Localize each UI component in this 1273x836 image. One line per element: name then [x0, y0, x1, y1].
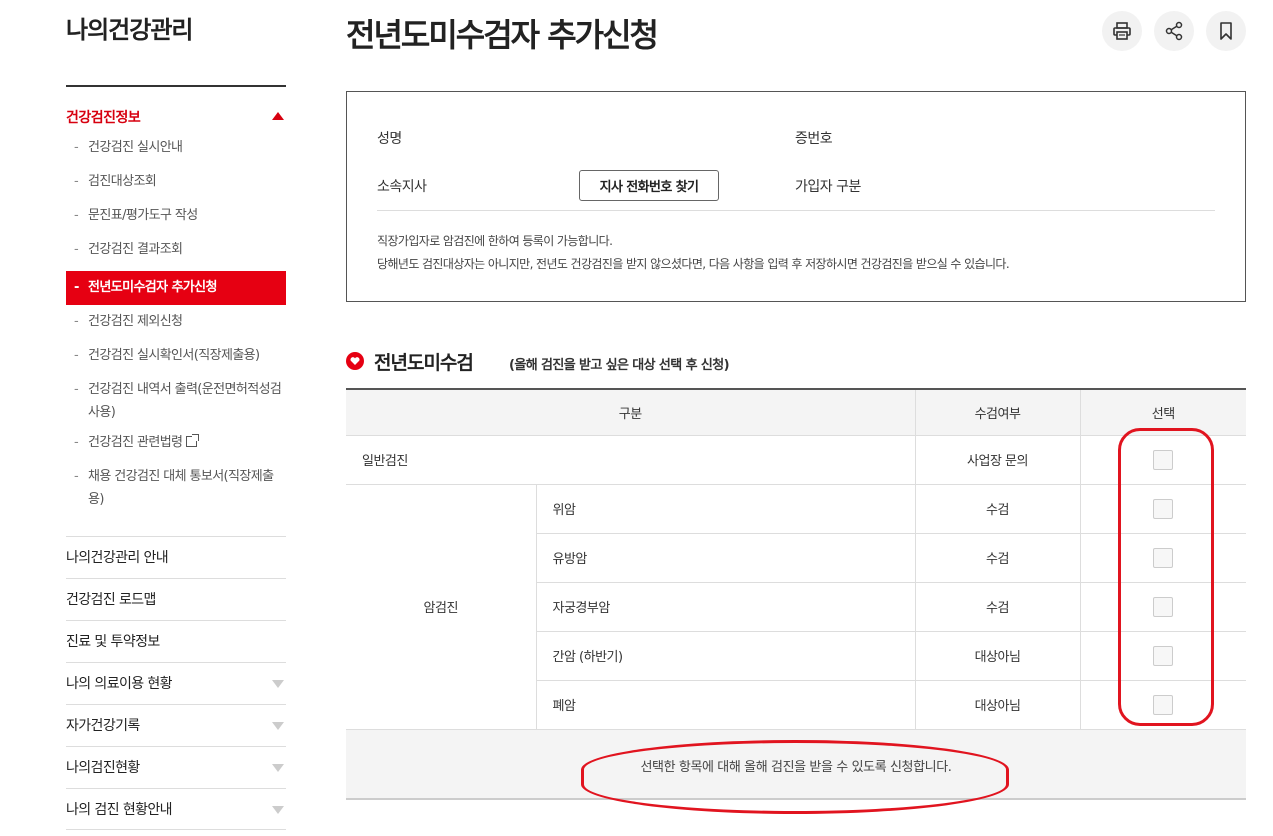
sidebar-item-label: 나의 의료이용 현황 [66, 676, 173, 692]
row-label: 간암 (하반기) [535, 631, 916, 681]
sidebar-subitem-label: 전년도미수검자 추가신청 [88, 280, 217, 295]
row-label: 자궁경부암 [535, 582, 916, 632]
sidebar-subitem-label: 건강검진 관련법령 [88, 435, 183, 450]
sidebar-section-health-checkup-info[interactable]: 건강검진정보 [66, 107, 286, 129]
sidebar-item-checkup-status-guide[interactable]: 나의 검진 현황안내 [66, 788, 286, 830]
applicant-info-box: 성명 증번호 소속지사 지사 전화번호 찾기 가입자 구분 직장가입자로 암검진… [346, 91, 1246, 302]
select-cell [1079, 484, 1247, 534]
id-number-label: 증번호 [795, 131, 833, 147]
row-label: 폐암 [535, 680, 916, 730]
sidebar-subitem-label: 건강검진 결과조회 [88, 242, 183, 257]
row-status: 수검 [914, 533, 1081, 583]
print-button[interactable] [1102, 11, 1142, 51]
sidebar-subitem-guide[interactable]: - 건강검진 실시안내 [66, 136, 286, 170]
table-row: 일반검진 사업장 문의 [346, 435, 1247, 485]
sidebar-subitem-label: 건강검진 실시확인서(직장제출용) [88, 348, 260, 363]
info-note-2: 당해년도 검진대상자는 아니지만, 전년도 건강검진을 받지 않으셨다면, 다음… [377, 257, 1010, 271]
sidebar-subitem-target-lookup[interactable]: - 검진대상조회 [66, 170, 286, 204]
member-type-label: 가입자 구분 [795, 179, 861, 195]
print-icon [1113, 22, 1131, 40]
select-checkbox-cervical[interactable] [1153, 596, 1174, 617]
find-branch-phone-button[interactable]: 지사 전화번호 찾기 [579, 170, 719, 201]
name-label: 성명 [377, 131, 402, 147]
sidebar-divider [66, 85, 286, 87]
row-status: 수검 [914, 582, 1081, 632]
sidebar-subitem-statement[interactable]: - 건강검진 내역서 출력(운전면허적성검사용) [66, 373, 286, 431]
heart-icon [346, 352, 364, 370]
column-header-status: 수검여부 [914, 389, 1081, 436]
select-checkbox-liver[interactable] [1153, 645, 1174, 666]
select-cell [1079, 582, 1247, 632]
sidebar-item-treatment-info[interactable]: 진료 및 투약정보 [66, 620, 286, 662]
sidebar-main-menu: 나의건강관리 안내 건강검진 로드맵 진료 및 투약정보 나의 의료이용 현황 … [66, 536, 286, 830]
sidebar-subitem-label: 건강검진 내역서 출력(운전면허적성검사용) [88, 382, 282, 420]
sidebar-item-my-health-guide[interactable]: 나의건강관리 안내 [66, 536, 286, 578]
sidebar-subitem-label: 검진대상조회 [88, 174, 157, 189]
row-status: 사업장 문의 [914, 435, 1081, 485]
row-label: 위암 [535, 484, 916, 534]
sidebar-item-label: 나의건강관리 안내 [66, 550, 169, 566]
collapse-arrow-icon [272, 112, 284, 120]
sidebar-subitem-questionnaire[interactable]: - 문진표/평가도구 작성 [66, 204, 286, 238]
info-note-1: 직장가입자로 암검진에 한하여 등록이 가능합니다. [377, 234, 613, 248]
column-header-category: 구분 [346, 389, 916, 436]
select-checkbox-breast[interactable] [1153, 547, 1174, 568]
sidebar-subitem-label: 건강검진 실시안내 [88, 140, 183, 155]
select-checkbox-general[interactable] [1153, 449, 1174, 470]
sidebar-subitem-label: 건강검진 제외신청 [88, 314, 183, 329]
chevron-down-icon [272, 764, 284, 772]
branch-label: 소속지사 [377, 179, 427, 195]
share-button[interactable] [1154, 11, 1194, 51]
chevron-down-icon [272, 722, 284, 730]
select-checkbox-lung[interactable] [1153, 694, 1174, 715]
section-title: 전년도미수검 [374, 352, 474, 374]
select-checkbox-stomach[interactable] [1153, 498, 1174, 519]
select-cell [1079, 435, 1247, 485]
page-title: 전년도미수검자 추가신청 [346, 16, 659, 54]
sidebar-subitem-results[interactable]: - 건강검진 결과조회 [66, 238, 286, 272]
sidebar-item-label: 진료 및 투약정보 [66, 634, 160, 650]
bookmark-icon [1220, 22, 1232, 40]
table-row: 암검진 위암 수검 [346, 484, 1247, 730]
share-icon [1165, 21, 1183, 41]
sidebar-item-medical-usage[interactable]: 나의 의료이용 현황 [66, 662, 286, 704]
sidebar-subitem-label: 문진표/평가도구 작성 [88, 208, 198, 223]
table-header-row: 구분 수검여부 선택 [346, 389, 1247, 436]
sidebar-subitem-additional-application[interactable]: - 전년도미수검자 추가신청 [66, 271, 286, 305]
sidebar-title: 나의건강관리 [66, 16, 193, 44]
column-header-select: 선택 [1079, 389, 1247, 436]
row-label: 유방암 [535, 533, 916, 583]
select-cell [1079, 533, 1247, 583]
row-label-general: 일반검진 [346, 435, 916, 485]
sidebar-subitem-laws[interactable]: - 건강검진 관련법령 [66, 431, 286, 465]
chevron-down-icon [272, 680, 284, 688]
row-status: 대상아님 [914, 680, 1081, 730]
sidebar-subitem-replacement-notice[interactable]: - 채용 건강검진 대체 통보서(직장제출용) [66, 465, 286, 523]
sidebar-sub-list: - 건강검진 실시안내 - 검진대상조회 - 문진표/평가도구 작성 - 건강검진 결과… [66, 136, 286, 523]
checkup-selection-table: 구분 수검여부 선택 일반검진 사업장 문의 암검진 위암 수검 유방암 수검 … [346, 388, 1247, 800]
row-status: 대상아님 [914, 631, 1081, 681]
section-subtitle: (올해 검진을 받고 싶은 대상 선택 후 신청) [509, 358, 730, 373]
sidebar-subitem-exclusion[interactable]: - 건강검진 제외신청 [66, 305, 286, 339]
select-cell [1079, 631, 1247, 681]
bookmark-button[interactable] [1206, 11, 1246, 51]
info-divider [377, 210, 1215, 211]
sidebar-section-label: 건강검진정보 [66, 110, 141, 126]
sidebar-item-roadmap[interactable]: 건강검진 로드맵 [66, 578, 286, 620]
table-footer-row: 선택한 항목에 대해 올해 검진을 받을 수 있도록 신청합니다. [346, 729, 1247, 800]
sidebar-item-self-record[interactable]: 자가건강기록 [66, 704, 286, 746]
sidebar-subitem-label: 채용 건강검진 대체 통보서(직장제출용) [88, 469, 274, 507]
sidebar-item-label: 자가건강기록 [66, 718, 140, 734]
chevron-down-icon [272, 806, 284, 814]
sidebar-item-my-checkup-status[interactable]: 나의검진현황 [66, 746, 286, 788]
sidebar-subitem-confirmation[interactable]: - 건강검진 실시확인서(직장제출용) [66, 339, 286, 373]
row-group-cancer: 암검진 [346, 484, 536, 730]
sidebar-item-label: 건강검진 로드맵 [66, 592, 156, 608]
row-status: 수검 [914, 484, 1081, 534]
select-cell [1079, 680, 1247, 730]
external-link-icon [186, 434, 200, 447]
sidebar-item-label: 나의검진현황 [66, 760, 140, 776]
table-footer-note: 선택한 항목에 대해 올해 검진을 받을 수 있도록 신청합니다. [346, 729, 1247, 800]
sidebar-item-label: 나의 검진 현황안내 [66, 802, 173, 818]
